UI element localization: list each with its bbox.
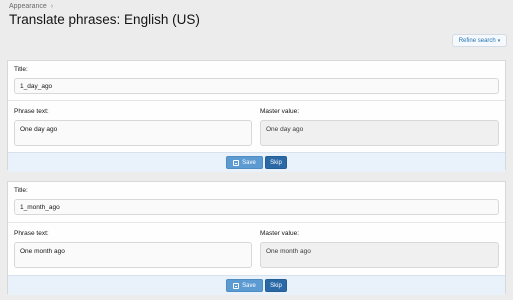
save-label: Save	[242, 282, 256, 289]
refine-search-button[interactable]: Refine search ▾	[452, 34, 507, 47]
phrase-text-label: Phrase text:	[14, 108, 49, 115]
page-title: Translate phrases: English (US)	[9, 12, 200, 27]
save-icon	[233, 282, 240, 289]
save-label: Save	[242, 159, 256, 166]
phrase-text-field[interactable]: One day ago	[14, 120, 252, 146]
title-field[interactable]: 1_month_ago	[14, 199, 499, 215]
form-footer: Save Skip	[8, 152, 505, 172]
phrase-text-label: Phrase text:	[14, 230, 49, 237]
divider	[8, 100, 505, 101]
title-label: Title:	[14, 66, 28, 73]
save-button[interactable]: Save	[226, 156, 263, 169]
form-footer: Save Skip	[8, 275, 505, 295]
title-field[interactable]: 1_day_ago	[14, 78, 499, 94]
skip-label: Skip	[270, 159, 282, 166]
skip-button[interactable]: Skip	[265, 279, 287, 292]
phrase-text-field[interactable]: One month ago	[14, 242, 252, 268]
breadcrumb: Appearance ›	[9, 3, 53, 10]
refine-search-label: Refine search	[458, 37, 496, 44]
save-button[interactable]: Save	[226, 279, 263, 292]
master-value-label: Master value:	[260, 230, 300, 237]
breadcrumb-item-appearance[interactable]: Appearance	[9, 3, 47, 10]
master-value-field: One month ago	[260, 242, 499, 268]
skip-label: Skip	[270, 282, 282, 289]
chevron-down-icon: ▾	[497, 37, 501, 44]
phrase-block: Title: 1_month_ago Phrase text: One mont…	[7, 181, 506, 295]
breadcrumb-separator-icon: ›	[50, 3, 54, 10]
divider	[8, 222, 505, 223]
master-value-label: Master value:	[260, 108, 300, 115]
title-label: Title:	[14, 187, 28, 194]
skip-button[interactable]: Skip	[265, 156, 287, 169]
master-value-field: One day ago	[260, 120, 499, 146]
phrase-block: Title: 1_day_ago Phrase text: One day ag…	[7, 60, 506, 172]
save-icon	[233, 159, 240, 166]
